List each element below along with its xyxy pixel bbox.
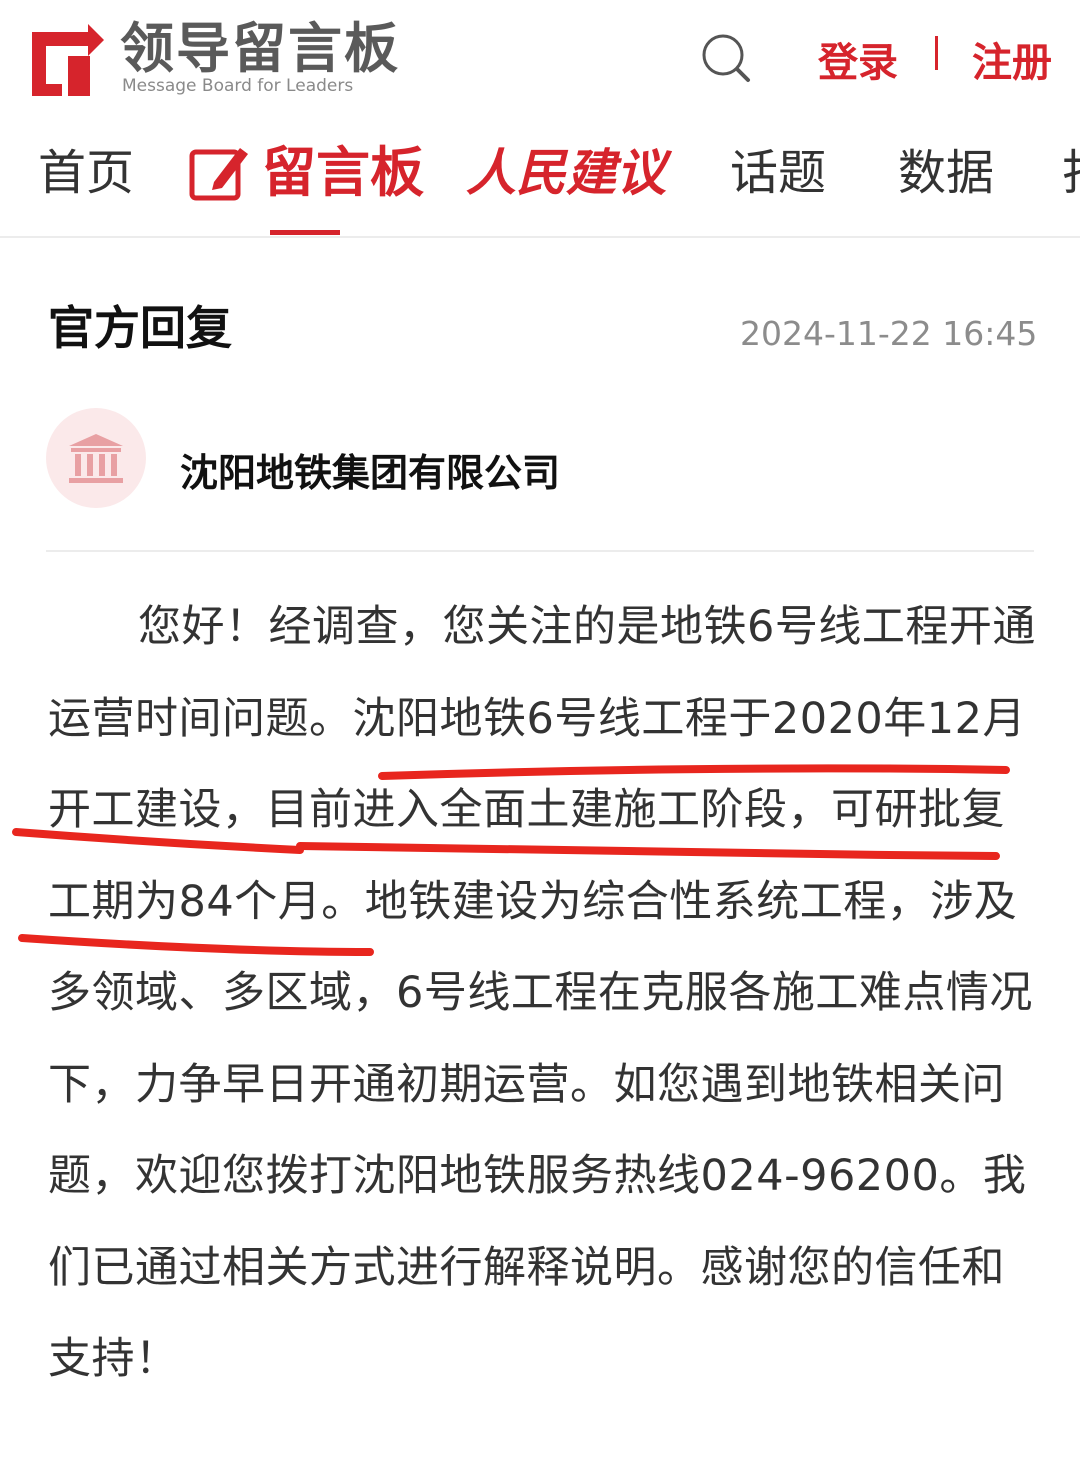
page-title: 官方回复 <box>48 301 232 355</box>
avatar <box>46 408 146 508</box>
logo-icon <box>32 24 104 96</box>
login-link[interactable]: 登录 <box>818 30 898 88</box>
header-separator <box>935 36 938 70</box>
nav-item-home[interactable]: 首页 <box>38 142 134 204</box>
nav-item-data[interactable]: 数据 <box>898 142 994 204</box>
organization-name: 沈阳地铁集团有限公司 <box>180 451 561 495</box>
nav-item-partial[interactable]: 打 <box>1062 142 1080 204</box>
edit-board-icon <box>189 148 248 201</box>
nav-active-indicator <box>270 230 340 235</box>
logo-title: 领导留言板 <box>120 17 400 80</box>
search-icon[interactable] <box>700 32 752 84</box>
divider <box>46 550 1034 552</box>
nav-item-peoples-suggestions[interactable]: 人民建议 <box>466 142 666 204</box>
logo-subtitle: Message Board for Leaders <box>122 76 354 96</box>
nav-item-message-board[interactable]: 留言板 <box>188 142 424 204</box>
government-building-icon <box>69 434 123 483</box>
site-header: 领导留言板 Message Board for Leaders 登录 注册 <box>0 0 1080 120</box>
nav-item-topics[interactable]: 话题 <box>730 142 826 204</box>
nav-item-label: 留言板 <box>262 141 424 204</box>
main-nav: 首页 留言板 人民建议 话题 数据 打 <box>0 120 1080 238</box>
reply-body: 您好！经调查，您关注的是地铁6号线工程开通运营时间问题。沈阳地铁6号线工程于20… <box>48 602 1036 1384</box>
register-link[interactable]: 注册 <box>972 30 1052 88</box>
reply-timestamp: 2024-11-22 16:45 <box>740 314 1038 353</box>
